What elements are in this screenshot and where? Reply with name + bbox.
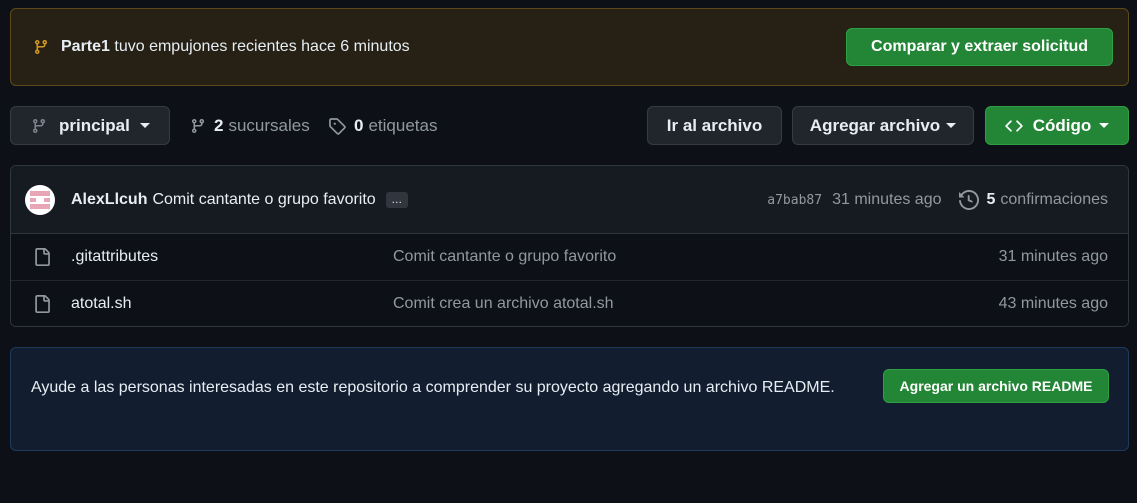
- code-icon: [1005, 117, 1023, 135]
- repo-page: Parte1 tuvo empujones recientes hace 6 m…: [0, 0, 1137, 503]
- file-icon: [33, 248, 51, 266]
- repo-toolbar: principal 2 sucursales 0 etiquetas Ir al…: [10, 106, 1129, 146]
- git-branch-icon: [33, 39, 49, 55]
- branch-selector-label: principal: [59, 115, 130, 135]
- commits-label: confirmaciones: [1000, 191, 1108, 208]
- file-name[interactable]: .gitattributes: [71, 248, 158, 266]
- avatar[interactable]: [25, 184, 55, 215]
- readme-prompt-text: Ayude a las personas interesadas en este…: [31, 379, 835, 396]
- add-file-button[interactable]: Agregar archivo: [792, 106, 974, 145]
- file-commit-time: 31 minutes ago: [998, 248, 1108, 265]
- chevron-down-icon: [1099, 123, 1110, 128]
- commits-count: 5: [986, 191, 996, 208]
- go-to-file-button[interactable]: Ir al archivo: [647, 106, 782, 145]
- file-commit-message[interactable]: Comit cantante o grupo favorito: [393, 248, 616, 266]
- recent-push-banner: Parte1 tuvo empujones recientes hace 6 m…: [10, 8, 1129, 86]
- branch-selector-button[interactable]: principal: [10, 106, 170, 145]
- file-icon: [33, 295, 51, 313]
- add-readme-button[interactable]: Agregar un archivo README: [883, 369, 1109, 403]
- commit-meta: a7bab87 31 minutes ago 5 confirmaciones: [767, 166, 1108, 234]
- file-listing: AlexLlcuh Comit cantante o grupo favorit…: [10, 165, 1129, 327]
- git-branch-icon: [31, 118, 47, 134]
- tags-count: 0: [354, 115, 364, 135]
- file-commit-message[interactable]: Comit crea un archivo atotal.sh: [393, 295, 614, 313]
- commit-time: 31 minutes ago: [832, 191, 942, 208]
- tags-link[interactable]: 0 etiquetas: [328, 106, 437, 145]
- tags-label: etiquetas: [368, 115, 438, 135]
- commit-sha[interactable]: a7bab87: [767, 193, 822, 208]
- commits-history-link[interactable]: 5 confirmaciones: [959, 190, 1108, 210]
- readme-prompt: Ayude a las personas interesadas en este…: [10, 347, 1129, 451]
- git-branch-icon: [190, 118, 206, 134]
- chevron-down-icon: [946, 123, 957, 128]
- file-commit-time: 43 minutes ago: [998, 294, 1108, 312]
- latest-commit-bar: AlexLlcuh Comit cantante o grupo favorit…: [11, 166, 1128, 234]
- chevron-down-icon: [139, 123, 150, 128]
- pushed-branch-name[interactable]: Parte1: [61, 38, 110, 55]
- expand-commit-button[interactable]: …: [385, 191, 408, 208]
- branches-label: sucursales: [228, 115, 310, 135]
- history-icon: [959, 190, 980, 210]
- file-row: atotal.sh Comit crea un archivo atotal.s…: [11, 280, 1128, 326]
- add-file-label: Agregar archivo: [809, 115, 941, 135]
- code-button-label: Código: [1032, 115, 1092, 135]
- branches-link[interactable]: 2 sucursales: [190, 106, 310, 145]
- file-row: .gitattributes Comit cantante o grupo fa…: [11, 234, 1128, 280]
- recent-push-message: Parte1 tuvo empujones recientes hace 6 m…: [61, 38, 846, 56]
- branches-count: 2: [214, 115, 224, 135]
- file-name[interactable]: atotal.sh: [71, 295, 131, 313]
- commit-message[interactable]: Comit cantante o grupo favorito: [152, 191, 375, 209]
- tag-icon: [328, 117, 346, 135]
- push-message-text: tuvo empujones recientes hace 6 minutos: [114, 38, 410, 55]
- commit-author[interactable]: AlexLlcuh: [71, 191, 147, 209]
- compare-pull-request-button[interactable]: Comparar y extraer solicitud: [846, 28, 1113, 66]
- code-button[interactable]: Código: [985, 106, 1129, 145]
